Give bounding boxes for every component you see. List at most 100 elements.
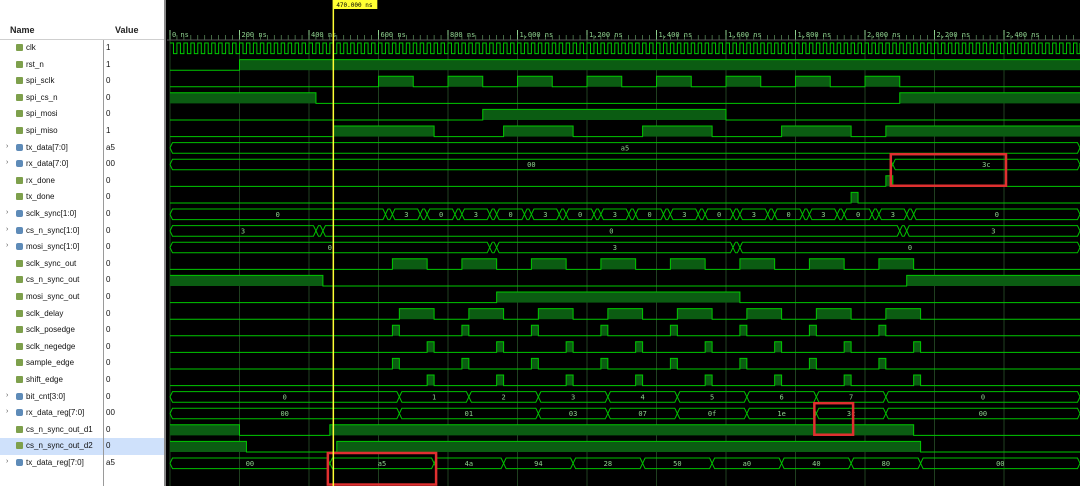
signal-row-spi-sclk[interactable]: spi_sclk 0	[0, 73, 166, 90]
high-level-fill	[913, 375, 921, 386]
bit-trace	[170, 374, 1080, 387]
high-level-fill	[844, 375, 852, 386]
high-level-fill	[670, 358, 678, 369]
bus-segment	[628, 208, 637, 221]
high-level-fill	[600, 325, 608, 336]
signal-row-sclk-delay[interactable]: sclk_delay 0	[0, 306, 166, 323]
bit-signal-icon	[16, 60, 23, 68]
waveform-area[interactable]: 0 ns 200 ns 400 ns 600 ns 800 ns 1,000 ns 1,20…	[167, 0, 1080, 486]
expand-chevron-icon[interactable]: ›	[6, 458, 8, 465]
bus-value-label: 0	[856, 211, 860, 219]
bus-signal-icon	[16, 210, 23, 217]
bus-value-label: 1	[432, 393, 436, 401]
bus-value-label: 4a	[465, 460, 473, 468]
signal-value: 0	[106, 242, 111, 252]
wave-sclk-posedge	[170, 324, 1080, 337]
signal-row-clk[interactable]: clk 1	[0, 40, 166, 57]
high-level-fill	[600, 358, 608, 369]
bus-value-label: a5	[378, 460, 386, 468]
high-level-fill	[865, 76, 900, 87]
wave-mosi-sync: 0 3 0	[169, 241, 1080, 254]
name-column-header[interactable]: Name	[10, 25, 35, 35]
signal-row-rx-done[interactable]: rx_done 0	[0, 173, 166, 190]
signal-name: tx_data_reg[7:0]	[26, 458, 84, 467]
signal-row-rst-n[interactable]: rst_n 1	[0, 57, 166, 74]
bus-value-label: 3	[682, 211, 686, 219]
value-column-header[interactable]: Value	[115, 25, 139, 35]
waveform-canvas[interactable]: 0 ns 200 ns 400 ns 600 ns 800 ns 1,000 ns 1,20…	[167, 0, 1080, 486]
bus-value-label: 3	[543, 211, 547, 219]
expand-chevron-icon[interactable]: ›	[6, 209, 8, 216]
bit-signal-icon	[16, 309, 23, 317]
high-level-fill	[392, 358, 400, 369]
bus-value-label: 3	[991, 227, 995, 235]
bus-value-label: 3	[613, 244, 617, 252]
bit-signal-icon	[16, 342, 23, 350]
bit-signal-icon	[16, 110, 23, 118]
column-divider[interactable]	[103, 40, 104, 486]
bus-value-label: 0	[276, 211, 280, 219]
bus-value-label: 3	[821, 211, 825, 219]
signal-row-spi-mosi[interactable]: spi_mosi 0	[0, 106, 166, 123]
bus-value-label: 00	[527, 161, 535, 169]
expand-chevron-icon[interactable]: ›	[6, 226, 8, 233]
signal-value: 0	[106, 391, 111, 401]
high-level-fill	[816, 308, 852, 320]
high-level-fill	[531, 258, 567, 270]
wave-cs-n-sync: 3 0 3	[169, 225, 1080, 237]
high-level-fill	[781, 126, 852, 137]
signal-row-tx-data-reg[interactable]: › tx_data_reg[7:0] a5	[0, 455, 166, 472]
signal-row-tx-done[interactable]: tx_done 0	[0, 189, 166, 206]
high-level-fill	[427, 375, 435, 386]
signal-row-mosi-sync-out[interactable]: mosi_sync_out 0	[0, 289, 166, 306]
signal-row-rx-data[interactable]: › rx_data[7:0] 00	[0, 156, 166, 173]
expand-chevron-icon[interactable]: ›	[6, 408, 8, 415]
bit-trace	[170, 191, 1080, 204]
bit-signal-icon	[16, 442, 23, 450]
high-level-fill	[635, 375, 643, 386]
bus-value-label: 3	[613, 211, 617, 219]
signal-row-sclk-sync[interactable]: › sclk_sync[1:0] 0	[0, 206, 166, 223]
signal-row-cs-n-sync-out[interactable]: cs_n_sync_out 0	[0, 272, 166, 289]
signal-name: spi_mosi	[26, 109, 58, 119]
high-level-fill	[461, 358, 469, 369]
bus-value-label: 00	[979, 410, 987, 418]
wave-sample-edge	[170, 357, 1080, 370]
bus-value-label: a0	[743, 460, 751, 468]
high-level-fill	[392, 325, 400, 336]
bus-value-label: 0	[786, 211, 790, 219]
bus-value-label: 07	[638, 410, 646, 418]
signal-row-sclk-posedge[interactable]: sclk_posedge 0	[0, 322, 166, 339]
expand-chevron-icon[interactable]: ›	[6, 392, 8, 399]
high-level-fill	[878, 258, 914, 270]
signal-row-cs-n-sync-out-d1[interactable]: cs_n_sync_out_d1 0	[0, 422, 166, 439]
signal-row-cs-n-sync[interactable]: › cs_n_sync[1:0] 0	[0, 223, 166, 240]
bus-value-label: 3	[752, 211, 756, 219]
wave-cs-n-sync-out-d1	[170, 424, 1080, 436]
high-level-fill	[844, 341, 852, 353]
expand-chevron-icon[interactable]: ›	[6, 159, 8, 166]
bit-signal-icon	[16, 376, 23, 383]
high-level-fill	[566, 341, 574, 353]
signal-row-sclk-sync-out[interactable]: sclk_sync_out 0	[0, 256, 166, 273]
signal-row-tx-data[interactable]: › tx_data[7:0] a5	[0, 140, 166, 157]
bus-value-label: 0	[717, 211, 721, 219]
high-level-fill	[587, 76, 622, 87]
signal-row-rx-data-reg[interactable]: › rx_data_reg[7:0] 00	[0, 405, 166, 422]
signal-row-cs-n-sync-out-d2[interactable]: cs_n_sync_out_d2 0	[0, 438, 166, 455]
signal-row-sclk-negedge[interactable]: sclk_negedge 0	[0, 339, 166, 356]
high-level-fill	[809, 325, 817, 336]
signal-row-shift-edge[interactable]: shift_edge 0	[0, 372, 166, 389]
signal-row-spi-miso[interactable]: spi_miso 1	[0, 123, 166, 140]
wave-tx-data: a5	[169, 142, 1080, 154]
signal-row-bit-cnt[interactable]: › bit_cnt[3:0] 0	[0, 389, 166, 406]
signal-row-mosi-sync[interactable]: › mosi_sync[1:0] 0	[0, 239, 166, 256]
wave-cs-n-sync-out	[170, 274, 1080, 287]
signal-row-spi-cs-n[interactable]: spi_cs_n 0	[0, 90, 166, 107]
high-level-fill	[333, 126, 435, 137]
signal-row-sample-edge[interactable]: sample_edge 0	[0, 355, 166, 372]
expand-chevron-icon[interactable]: ›	[6, 242, 8, 249]
panel-splitter[interactable]	[164, 0, 166, 486]
cursor-time-label: 470.000 ns	[336, 2, 373, 9]
expand-chevron-icon[interactable]: ›	[6, 143, 8, 150]
